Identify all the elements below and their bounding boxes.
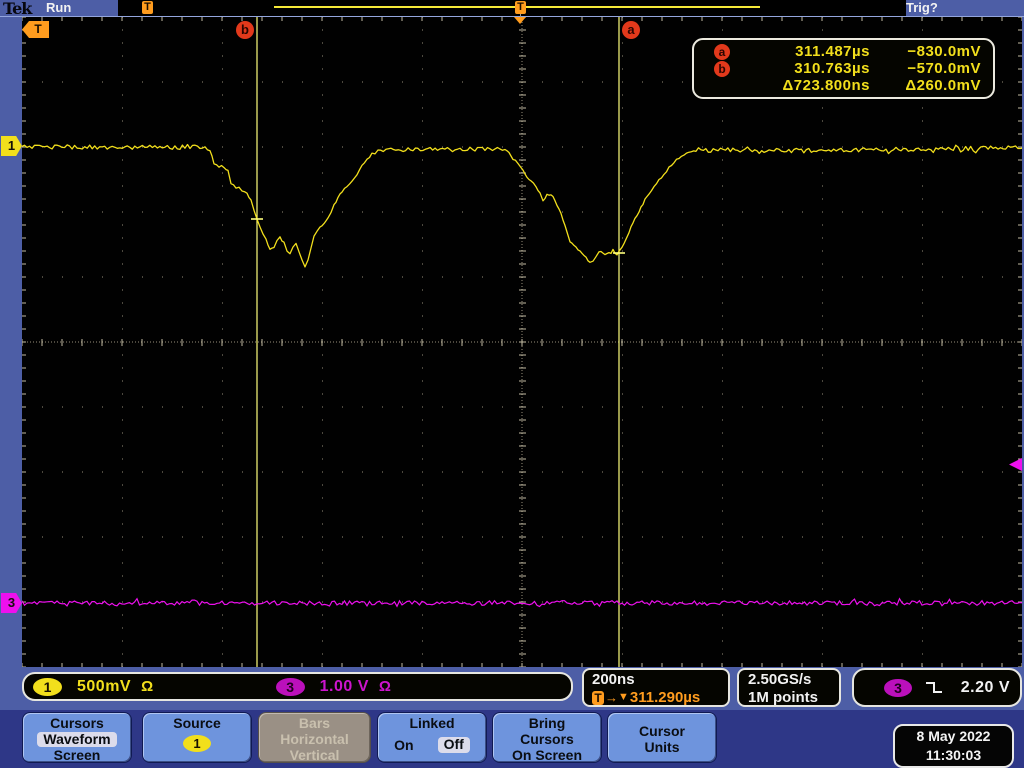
- ch1-coupling: Ω: [141, 678, 154, 695]
- ch3-marker[interactable]: 3: [1, 593, 22, 613]
- ch3-badge[interactable]: 3: [275, 677, 305, 696]
- trigger-position-marker-icon[interactable]: [514, 17, 526, 24]
- readout-b-badge: b: [714, 61, 730, 77]
- record-trigger-t-icon: T: [142, 1, 153, 14]
- bars-orientation-button: Bars Horizontal Vertical: [258, 712, 371, 763]
- down-triangle-icon: ▼: [618, 691, 629, 703]
- cursor-b-badge[interactable]: b: [236, 21, 254, 39]
- tek-logo: Tek: [3, 0, 32, 18]
- record-view-strip: T T: [118, 0, 906, 17]
- button-title: Source: [173, 715, 221, 731]
- trigger-status: Trig?: [906, 0, 938, 15]
- option-horizontal: Horizontal: [280, 731, 349, 747]
- horizontal-position-value: 311.290µs: [629, 689, 701, 706]
- button-line: Bring: [528, 715, 566, 731]
- cursor-delta-time: Δ723.800ns: [782, 77, 870, 94]
- option-vertical: Vertical: [289, 747, 340, 763]
- bring-cursors-button[interactable]: Bring Cursors On Screen: [492, 712, 602, 763]
- source-channel-badge: 1: [183, 735, 211, 752]
- button-line: Units: [644, 739, 680, 755]
- cursor-b-volt: −570.0mV: [907, 60, 981, 77]
- top-status-bar: Tek Run T T Trig?: [0, 0, 1024, 18]
- cursor-a-badge[interactable]: a: [622, 21, 640, 39]
- option-off[interactable]: Off: [437, 737, 470, 753]
- readout-a-badge: a: [714, 44, 730, 60]
- display-frame: T b a 1 3 a 311.487µs −830.0mV b 310.763…: [0, 17, 1024, 667]
- button-line: On Screen: [511, 747, 583, 763]
- cursor-source-button[interactable]: Source 1: [142, 712, 252, 763]
- linked-toggle-button[interactable]: Linked On Off: [377, 712, 487, 763]
- acquisition-status: Run: [46, 0, 72, 15]
- readout-bar: 1 500mV Ω 3 1.00 V Ω 200ns T → ▼ 311.290…: [0, 667, 1024, 710]
- t-chip-icon: T: [592, 690, 604, 705]
- falling-edge-icon: [926, 681, 942, 693]
- ch1-badge[interactable]: 1: [33, 677, 62, 696]
- cursor-a-volt: −830.0mV: [907, 43, 981, 60]
- arrow-icon: →: [605, 690, 618, 705]
- time-value: 11:30:03: [925, 747, 982, 763]
- ch1-scale: 500mV: [77, 677, 132, 695]
- button-title: Linked: [409, 715, 455, 731]
- ch3-scale: 1.00 V: [319, 677, 369, 695]
- timebase-value: 200ns: [592, 671, 635, 688]
- waveform-display: [22, 17, 1022, 667]
- button-title: Cursors: [50, 715, 104, 731]
- button-line: Cursor: [639, 723, 685, 739]
- cursors-mode-button[interactable]: Cursors Waveform Screen: [22, 712, 132, 763]
- option-screen[interactable]: Screen: [23, 747, 131, 763]
- option-waveform[interactable]: Waveform: [37, 732, 117, 747]
- trigger-level-value: 2.20 V: [960, 678, 1010, 696]
- button-title: Bars: [298, 715, 331, 731]
- ch3-coupling: Ω: [378, 678, 392, 695]
- acquisition-readout-box: 2.50GS/s 1M points: [737, 668, 841, 707]
- datetime-box: 8 May 2022 11:30:03: [893, 724, 1014, 768]
- cursor-a-time: 311.487µs: [795, 43, 870, 60]
- record-length: 1M points: [748, 689, 818, 706]
- horizontal-readout-box: 200ns T → ▼ 311.290µs: [582, 668, 730, 707]
- trigger-readout-box: 3 2.20 V: [852, 668, 1022, 707]
- cursor-units-button[interactable]: Cursor Units: [607, 712, 717, 763]
- cursor-b-time: 310.763µs: [794, 60, 870, 77]
- cursor-delta-volt: Δ260.0mV: [905, 77, 981, 94]
- cursor-readout-box: a 311.487µs −830.0mV b 310.763µs −570.0m…: [692, 38, 995, 99]
- button-line: Cursors: [520, 731, 574, 747]
- channel-scale-box: 1 500mV Ω 3 1.00 V Ω: [22, 672, 573, 701]
- trigger-position-t-icon[interactable]: T: [515, 1, 526, 14]
- sample-rate: 2.50GS/s: [748, 671, 812, 688]
- readout-spacer: [706, 77, 732, 94]
- option-on[interactable]: On: [394, 737, 413, 753]
- ch1-marker[interactable]: 1: [1, 136, 22, 156]
- bottom-menu-bar: Cursors Waveform Screen Source 1 Bars Ho…: [0, 710, 1024, 768]
- date-value: 8 May 2022: [916, 728, 991, 744]
- horizontal-position-row: T → ▼ 311.290µs: [592, 689, 720, 706]
- trigger-source-badge: 3: [884, 678, 912, 697]
